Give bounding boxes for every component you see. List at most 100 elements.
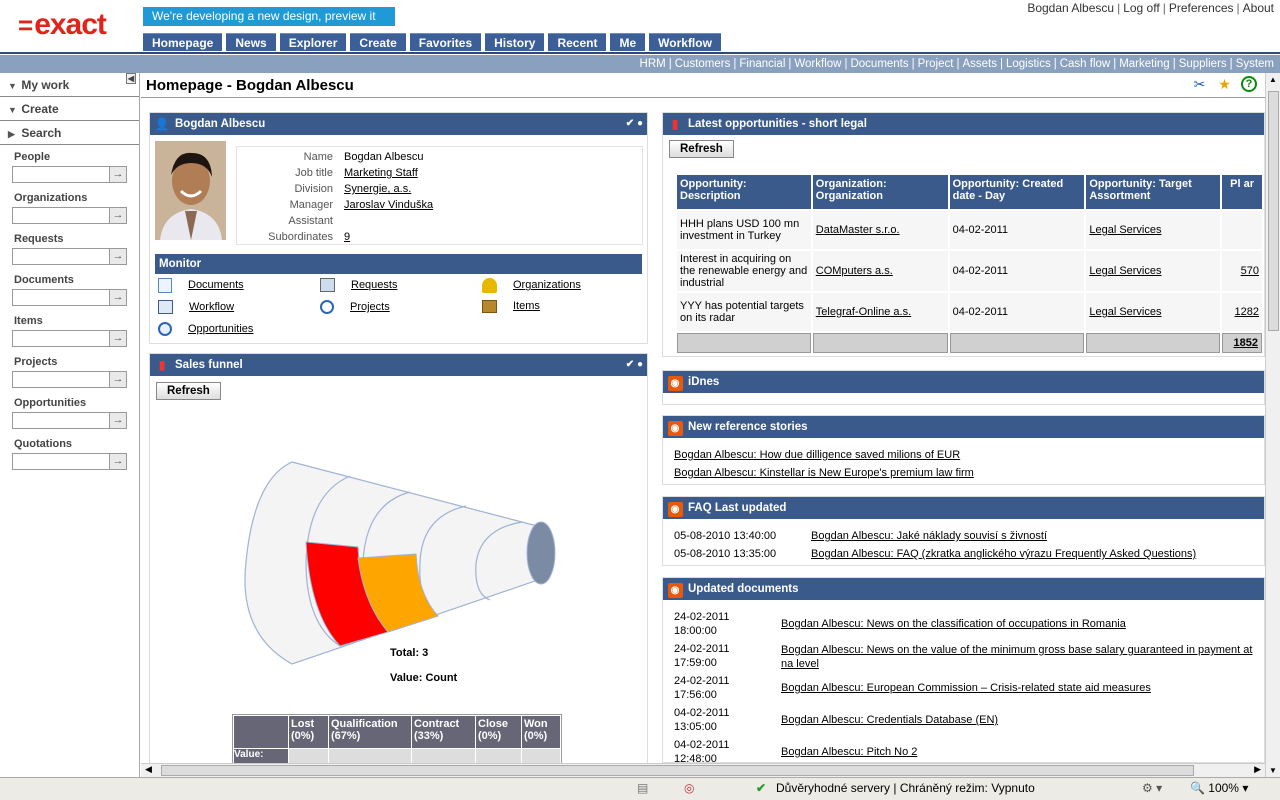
collapse-sidebar-icon[interactable]: ◀ <box>126 73 136 84</box>
col-created-date[interactable]: Opportunity: Created date - Day <box>949 175 1085 209</box>
scroll-left-icon[interactable]: ◀ <box>145 764 152 775</box>
monitor-documents-link[interactable]: Documents <box>188 279 244 291</box>
manager-link[interactable]: Jaroslav Vinduška <box>344 199 433 211</box>
vertical-scrollbar[interactable]: ▲ ▼ <box>1265 73 1280 777</box>
document-link[interactable]: Bogdan Albescu: Credentials Database (EN… <box>781 714 998 726</box>
col-planned-amount[interactable]: Pl ar <box>1222 175 1262 209</box>
search-quotations-input[interactable] <box>12 453 109 470</box>
document-link[interactable]: Bogdan Albescu: News on the value of the… <box>781 644 1252 670</box>
assortment-link[interactable]: Legal Services <box>1089 306 1161 318</box>
subnav-financial[interactable]: Financial <box>739 58 785 70</box>
monitor-workflow-link[interactable]: Workflow <box>189 301 234 313</box>
exact-logo[interactable]: =exact <box>18 8 107 42</box>
my-work-header[interactable]: ▼ My work ◀ <box>0 73 139 97</box>
preferences-link[interactable]: Preferences <box>1169 1 1234 15</box>
vertical-scroll-thumb[interactable] <box>1268 91 1279 331</box>
funnel-refresh-button[interactable]: Refresh <box>156 382 221 400</box>
faq-link[interactable]: Bogdan Albescu: FAQ (zkratka anglického … <box>811 545 1196 563</box>
organization-link[interactable]: DataMaster s.r.o. <box>816 224 900 236</box>
favorite-star-icon[interactable]: ★ <box>1216 76 1233 93</box>
tab-news[interactable]: News <box>226 33 276 51</box>
job-title-link[interactable]: Marketing Staff <box>344 167 418 179</box>
tab-me[interactable]: Me <box>610 33 646 51</box>
reference-story-link[interactable]: Bogdan Albescu: Kinstellar is New Europe… <box>674 467 974 479</box>
amount-link[interactable]: 1282 <box>1235 306 1259 318</box>
monitor-items-link[interactable]: Items <box>513 300 540 312</box>
help-icon[interactable]: ? <box>1241 76 1257 92</box>
panel-controls-icon[interactable]: ✔ ● <box>626 354 643 376</box>
subnav-marketing[interactable]: Marketing <box>1119 58 1170 70</box>
monitor-projects-link[interactable]: Projects <box>350 301 390 313</box>
go-arrow-icon[interactable]: → <box>109 207 127 224</box>
subnav-logistics[interactable]: Logistics <box>1006 58 1051 70</box>
document-link[interactable]: Bogdan Albescu: News on the classificati… <box>781 618 1126 630</box>
document-link[interactable]: Bogdan Albescu: Pitch No 2 <box>781 746 917 758</box>
total-amount-link[interactable]: 1852 <box>1234 337 1258 349</box>
tools-icon[interactable]: ✂ <box>1191 76 1208 93</box>
search-header[interactable]: ▶ Search <box>0 121 139 145</box>
tab-favorites[interactable]: Favorites <box>409 33 482 51</box>
create-header[interactable]: ▼ Create <box>0 97 139 121</box>
popup-blocker-icon[interactable]: ◎ <box>684 781 694 795</box>
monitor-opportunities-link[interactable]: Opportunities <box>188 323 253 335</box>
assortment-link[interactable]: Legal Services <box>1089 265 1161 277</box>
search-documents-input[interactable] <box>12 289 109 306</box>
logoff-link[interactable]: Log off <box>1123 1 1159 15</box>
subnav-workflow[interactable]: Workflow <box>794 58 841 70</box>
tab-workflow[interactable]: Workflow <box>649 33 721 51</box>
security-zone-text[interactable]: Důvěryhodné servery | Chráněný režim: Vy… <box>776 781 1035 795</box>
about-link[interactable]: About <box>1243 1 1274 15</box>
assortment-link[interactable]: Legal Services <box>1089 224 1161 236</box>
subnav-customers[interactable]: Customers <box>675 58 731 70</box>
col-target-assortment[interactable]: Opportunity: Target Assortment <box>1086 175 1221 209</box>
tab-explorer[interactable]: Explorer <box>279 33 347 51</box>
zoom-level[interactable]: 🔍 100% ▾ <box>1190 781 1248 795</box>
subordinates-link[interactable]: 9 <box>344 231 350 243</box>
opportunities-refresh-button[interactable]: Refresh <box>669 140 734 158</box>
reference-story-link[interactable]: Bogdan Albescu: How due dilligence saved… <box>674 449 960 461</box>
go-arrow-icon[interactable]: → <box>109 412 127 429</box>
subnav-system[interactable]: System <box>1236 58 1274 70</box>
amount-link[interactable]: 570 <box>1241 265 1259 277</box>
search-people-input[interactable] <box>12 166 109 183</box>
subnav-cashflow[interactable]: Cash flow <box>1060 58 1111 70</box>
go-arrow-icon[interactable]: → <box>109 371 127 388</box>
monitor-requests-link[interactable]: Requests <box>351 279 397 291</box>
monitor-organizations-link[interactable]: Organizations <box>513 279 581 291</box>
zoom-settings-icon[interactable]: ⚙ ▾ <box>1142 781 1162 795</box>
scroll-up-icon[interactable]: ▲ <box>1269 75 1277 84</box>
scroll-down-icon[interactable]: ▼ <box>1269 766 1277 775</box>
tab-recent[interactable]: Recent <box>548 33 607 51</box>
scroll-right-icon[interactable]: ▶ <box>1254 764 1261 775</box>
subnav-documents[interactable]: Documents <box>850 58 908 70</box>
subnav-suppliers[interactable]: Suppliers <box>1179 58 1227 70</box>
subnav-assets[interactable]: Assets <box>962 58 997 70</box>
search-items-input[interactable] <box>12 330 109 347</box>
preview-banner[interactable]: We're developing a new design, preview i… <box>143 7 395 42</box>
division-link[interactable]: Synergie, a.s. <box>344 183 411 195</box>
organization-link[interactable]: Telegraf-Online a.s. <box>816 306 911 318</box>
col-description[interactable]: Opportunity: Description <box>677 175 811 209</box>
subnav-hrm[interactable]: HRM <box>640 58 666 70</box>
subnav-project[interactable]: Project <box>918 58 954 70</box>
go-arrow-icon[interactable]: → <box>109 289 127 306</box>
tab-history[interactable]: History <box>485 33 545 51</box>
go-arrow-icon[interactable]: → <box>109 330 127 347</box>
search-projects-input[interactable] <box>12 371 109 388</box>
search-organizations-input[interactable] <box>12 207 109 224</box>
horizontal-scrollbar[interactable]: ◀ ▶ <box>141 763 1265 777</box>
horizontal-scroll-thumb[interactable] <box>161 765 1194 776</box>
search-requests-input[interactable] <box>12 248 109 265</box>
col-organization[interactable]: Organization: Organization <box>812 175 948 209</box>
tab-homepage[interactable]: Homepage <box>143 33 223 51</box>
panel-controls-icon[interactable]: ✔ ● <box>626 113 643 135</box>
search-opportunities-input[interactable] <box>12 412 109 429</box>
document-link[interactable]: Bogdan Albescu: European Commission – Cr… <box>781 682 1151 694</box>
go-arrow-icon[interactable]: → <box>109 166 127 183</box>
organization-link[interactable]: COMputers a.s. <box>816 265 893 277</box>
user-name-link[interactable]: Bogdan Albescu <box>1027 1 1114 15</box>
go-arrow-icon[interactable]: → <box>109 248 127 265</box>
go-arrow-icon[interactable]: → <box>109 453 127 470</box>
tab-create[interactable]: Create <box>350 33 406 51</box>
faq-link[interactable]: Bogdan Albescu: Jaké náklady souvisí s ž… <box>811 527 1047 545</box>
